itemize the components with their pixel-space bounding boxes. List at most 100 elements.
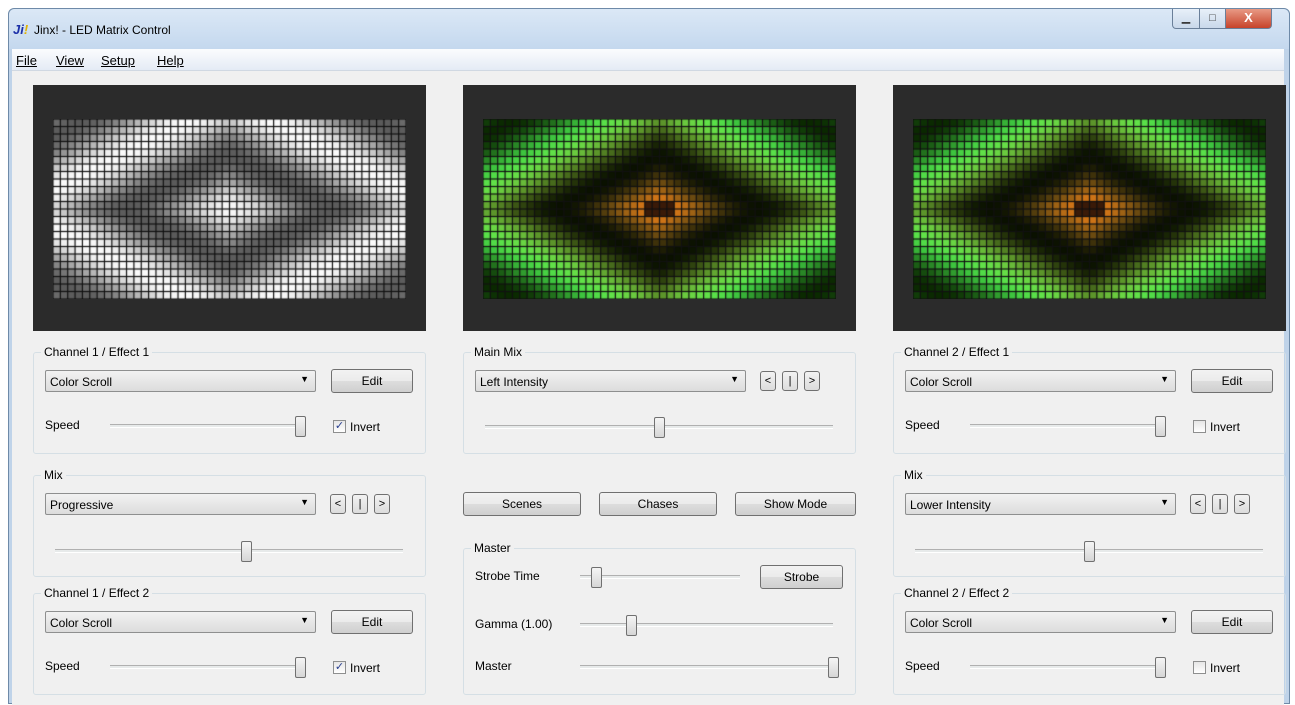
channel2-preview: [893, 85, 1286, 331]
gamma-label: Gamma (1.00): [475, 617, 553, 631]
channel2-mix-group: Mix Lower Intensity ▼ < | >: [893, 468, 1286, 577]
slider-thumb[interactable]: [654, 417, 665, 438]
group-title: Mix: [901, 468, 926, 482]
channel1-mix-group: Mix Progressive ▼ < | >: [33, 468, 426, 577]
scenes-button[interactable]: Scenes: [463, 492, 581, 516]
app-window: Ji! Jinx! - LED Matrix Control ▁ □ X Fil…: [8, 8, 1290, 705]
speed-slider[interactable]: [110, 657, 306, 678]
group-title: Channel 2 / Effect 1: [901, 345, 1013, 359]
chevron-down-icon: ▼: [1160, 374, 1169, 384]
slider-thumb[interactable]: [591, 567, 602, 588]
group-title: Channel 2 / Effect 2: [901, 586, 1013, 600]
invert-label: Invert: [350, 420, 381, 434]
mix-mode-select[interactable]: Lower Intensity ▼: [905, 493, 1176, 515]
led-matrix-left: [53, 119, 406, 299]
speed-label: Speed: [45, 659, 80, 673]
show-mode-button[interactable]: Show Mode: [735, 492, 856, 516]
strobe-time-label: Strobe Time: [475, 569, 540, 583]
channel1-preview: [33, 85, 426, 331]
group-title: Master: [471, 541, 514, 555]
invert-label: Invert: [350, 661, 381, 675]
chevron-down-icon: ▼: [300, 615, 309, 625]
menu-bar: File View Setup Help: [12, 49, 1284, 71]
main-mix-next-button[interactable]: >: [804, 371, 820, 391]
led-matrix-center: [483, 119, 836, 299]
group-title: Channel 1 / Effect 1: [41, 345, 153, 359]
menu-help[interactable]: Help: [157, 53, 184, 68]
mix-center-button[interactable]: |: [352, 494, 368, 514]
mix-mode-select[interactable]: Progressive ▼: [45, 493, 316, 515]
app-logo-icon: Ji!: [13, 22, 29, 37]
mix-next-button[interactable]: >: [374, 494, 390, 514]
slider-thumb[interactable]: [625, 615, 637, 636]
edit-button[interactable]: Edit: [331, 610, 413, 634]
edit-button[interactable]: Edit: [331, 369, 413, 393]
chevron-down-icon: ▼: [1160, 497, 1169, 507]
speed-label: Speed: [905, 418, 940, 432]
main-mix-preview: [463, 85, 856, 331]
mix-slider[interactable]: [915, 541, 1263, 562]
channel1-effect1-group: Channel 1 / Effect 1 Color Scroll ▼ Edit …: [33, 345, 426, 454]
menu-file[interactable]: File: [16, 53, 37, 68]
slider-thumb[interactable]: [295, 416, 306, 437]
maximize-button[interactable]: □: [1199, 9, 1226, 29]
slider-thumb[interactable]: [241, 541, 253, 562]
invert-checkbox[interactable]: [1193, 420, 1206, 433]
title-bar[interactable]: Ji! Jinx! - LED Matrix Control ▁ □ X: [9, 9, 1289, 49]
mix-prev-button[interactable]: <: [330, 494, 346, 514]
minimize-button[interactable]: ▁: [1172, 9, 1200, 29]
edit-button[interactable]: Edit: [1191, 610, 1273, 634]
slider-thumb[interactable]: [295, 657, 306, 678]
main-mix-slider[interactable]: [485, 417, 833, 438]
channel2-effect1-group: Channel 2 / Effect 1 Color Scroll ▼ Edit …: [893, 345, 1286, 454]
close-button[interactable]: X: [1225, 9, 1272, 29]
invert-label: Invert: [1210, 420, 1241, 434]
main-mix-center-button[interactable]: |: [782, 371, 798, 391]
chevron-down-icon: ▼: [1160, 615, 1169, 625]
master-group: Master Strobe Time Strobe Gamma (1.00) M…: [463, 541, 856, 695]
mix-next-button[interactable]: >: [1234, 494, 1250, 514]
invert-label: Invert: [1210, 661, 1241, 675]
slider-thumb[interactable]: [1155, 657, 1166, 678]
main-panel: Channel 1 / Effect 1 Color Scroll ▼ Edit …: [12, 71, 1286, 705]
speed-label: Speed: [905, 659, 940, 673]
speed-slider[interactable]: [970, 657, 1166, 678]
mix-prev-button[interactable]: <: [1190, 494, 1206, 514]
strobe-button[interactable]: Strobe: [760, 565, 843, 589]
main-mix-group: Main Mix Left Intensity ▼ < | >: [463, 345, 856, 454]
mix-slider[interactable]: [55, 541, 403, 562]
effect-select[interactable]: Color Scroll ▼: [45, 370, 316, 392]
master-slider[interactable]: [580, 657, 839, 678]
slider-thumb[interactable]: [1155, 416, 1166, 437]
speed-label: Speed: [45, 418, 80, 432]
invert-checkbox[interactable]: ✓: [333, 661, 346, 674]
group-title: Main Mix: [471, 345, 526, 359]
gamma-slider[interactable]: [580, 615, 833, 636]
invert-checkbox[interactable]: ✓: [333, 420, 346, 433]
mix-center-button[interactable]: |: [1212, 494, 1228, 514]
chevron-down-icon: ▼: [300, 374, 309, 384]
main-mix-prev-button[interactable]: <: [760, 371, 776, 391]
slider-thumb[interactable]: [1084, 541, 1095, 562]
effect-select[interactable]: Color Scroll ▼: [905, 370, 1176, 392]
speed-slider[interactable]: [110, 416, 306, 437]
invert-checkbox[interactable]: [1193, 661, 1206, 674]
chases-button[interactable]: Chases: [599, 492, 717, 516]
chevron-down-icon: ▼: [730, 374, 739, 384]
led-matrix-right: [913, 119, 1266, 299]
menu-setup[interactable]: Setup: [101, 53, 135, 68]
strobe-time-slider[interactable]: [580, 567, 740, 588]
effect-select[interactable]: Color Scroll ▼: [905, 611, 1176, 633]
channel1-effect2-group: Channel 1 / Effect 2 Color Scroll ▼ Edit …: [33, 586, 426, 695]
chevron-down-icon: ▼: [300, 497, 309, 507]
speed-slider[interactable]: [970, 416, 1166, 437]
window-title: Jinx! - LED Matrix Control: [34, 23, 171, 37]
effect-select[interactable]: Color Scroll ▼: [45, 611, 316, 633]
menu-view[interactable]: View: [56, 53, 84, 68]
main-mix-mode-select[interactable]: Left Intensity ▼: [475, 370, 746, 392]
master-label: Master: [475, 659, 512, 673]
channel2-effect2-group: Channel 2 / Effect 2 Color Scroll ▼ Edit …: [893, 586, 1286, 695]
group-title: Mix: [41, 468, 66, 482]
edit-button[interactable]: Edit: [1191, 369, 1273, 393]
slider-thumb[interactable]: [828, 657, 839, 678]
